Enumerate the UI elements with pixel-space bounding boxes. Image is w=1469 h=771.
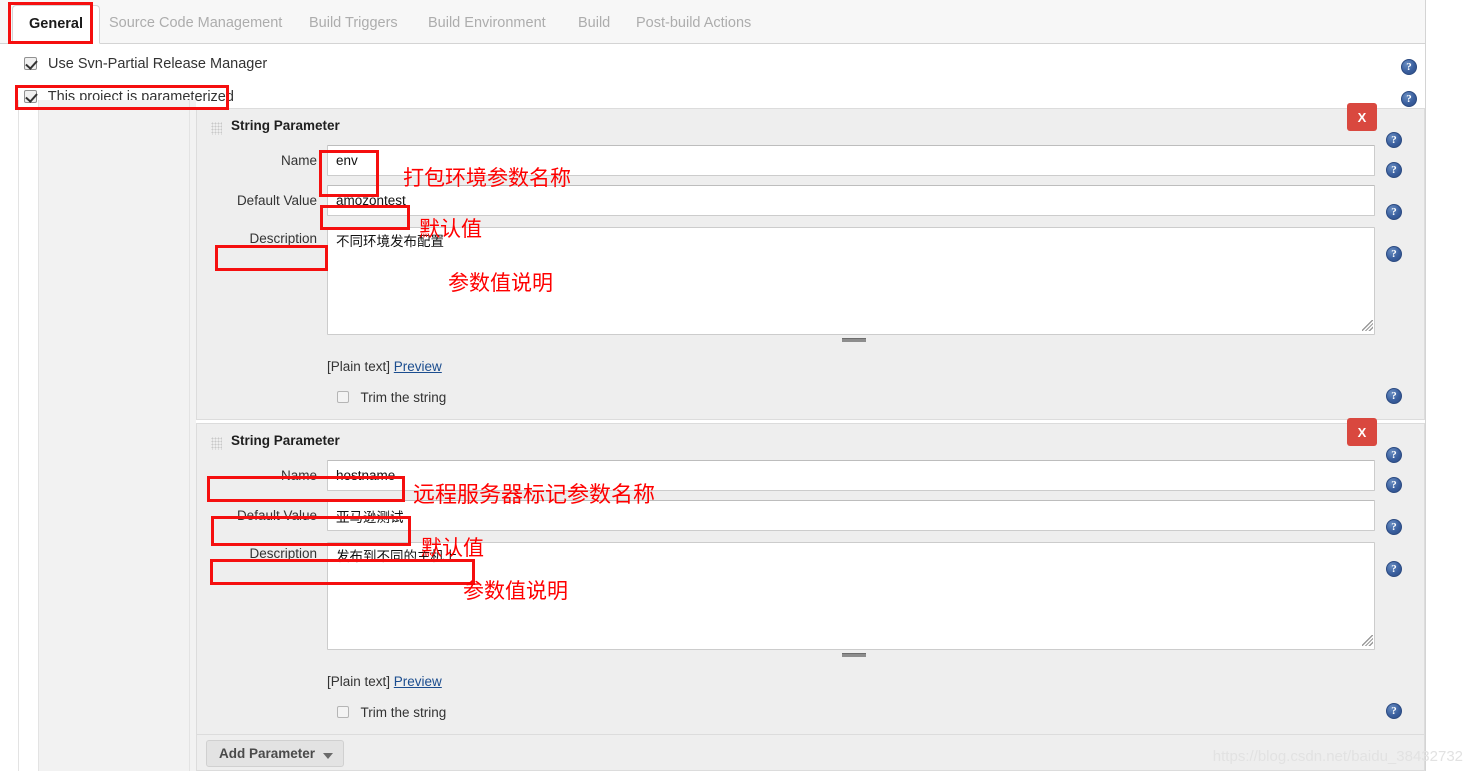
help-icon-trim-1[interactable]: ? (1386, 388, 1402, 404)
checkbox-label-svn: Use Svn-Partial Release Manager (48, 56, 268, 72)
plain-text-label-2: [Plain text] (327, 674, 391, 689)
trim-label-1: Trim the string (360, 390, 447, 405)
right-rail (1425, 0, 1469, 771)
string-parameter-block-2: String Parameter X Name Default Value De… (196, 418, 1425, 735)
default-value-label-1: Default Value (236, 193, 317, 208)
markup-format-row-1: [Plain text] Preview (327, 359, 442, 374)
string-parameter-title-2: String Parameter (231, 433, 340, 448)
tab-build-environment-label: Build Environment (428, 15, 546, 31)
config-content: Use Svn-Partial Release Manager This pro… (0, 44, 1425, 771)
help-icon-description-2[interactable]: ? (1386, 561, 1402, 577)
tab-post-build-actions[interactable]: Post-build Actions (620, 5, 767, 44)
delete-parameter-button-1[interactable]: X (1347, 103, 1377, 131)
plain-text-label-1: [Plain text] (327, 359, 391, 374)
tab-source-code-management[interactable]: Source Code Management (93, 5, 298, 44)
delete-parameter-button-2[interactable]: X (1347, 418, 1377, 446)
default-value-input-2[interactable] (327, 500, 1375, 531)
help-icon-name-2[interactable]: ? (1386, 477, 1402, 493)
chevron-down-icon (323, 753, 334, 759)
description-row-1: Description 不同环境发布配置 (197, 227, 1424, 352)
name-input-2[interactable] (327, 460, 1375, 491)
tab-general[interactable]: General (12, 5, 100, 44)
string-parameter-header-1: String Parameter X (197, 103, 1424, 145)
preview-link-2[interactable]: Preview (394, 674, 442, 689)
trim-label-2: Trim the string (360, 705, 447, 720)
watermark: https://blog.csdn.net/baidu_38432732 (1212, 748, 1463, 765)
help-icon-name-1[interactable]: ? (1386, 162, 1402, 178)
drag-handle-icon[interactable] (211, 437, 222, 450)
description-textarea-1[interactable]: 不同环境发布配置 (327, 227, 1375, 335)
name-label-2: Name (280, 468, 317, 483)
default-value-row-1: Default Value (197, 185, 1424, 227)
tab-general-label: General (29, 16, 83, 32)
string-parameter-block-1: String Parameter X Name Default Value De… (196, 103, 1425, 420)
markup-format-row-2: [Plain text] Preview (327, 674, 442, 689)
tab-build-environment[interactable]: Build Environment (412, 5, 562, 44)
name-row-2: Name (197, 460, 1424, 500)
name-input-1[interactable] (327, 145, 1375, 176)
help-icon-parameter-1[interactable]: ? (1386, 132, 1402, 148)
help-icon-parameterized[interactable]: ? (1401, 91, 1417, 107)
description-label-2: Description (249, 546, 317, 561)
help-icon-default-value-1[interactable]: ? (1386, 204, 1402, 220)
tab-source-code-management-label: Source Code Management (109, 15, 283, 31)
config-tab-bar: General Source Code Management Build Tri… (0, 0, 1425, 44)
drag-handle-icon[interactable] (211, 122, 222, 135)
tab-build-triggers-label: Build Triggers (309, 15, 398, 31)
trim-checkbox-2[interactable] (337, 706, 349, 718)
help-icon-svn[interactable]: ? (1401, 59, 1417, 75)
add-parameter-button[interactable]: Add Parameter (206, 740, 345, 767)
gutter-line-outer (18, 100, 19, 771)
parameters-left-pane (39, 100, 196, 771)
tab-build-triggers[interactable]: Build Triggers (293, 5, 414, 44)
trim-the-string-row-1[interactable]: Trim the string (337, 390, 446, 405)
default-value-row-2: Default Value (197, 500, 1424, 542)
checkbox-box-parameterized[interactable] (24, 90, 37, 103)
add-parameter-label: Add Parameter (219, 746, 316, 761)
default-value-input-1[interactable] (327, 185, 1375, 216)
checkbox-use-svn-partial-release-manager[interactable]: Use Svn-Partial Release Manager (24, 56, 267, 72)
help-icon-default-value-2[interactable]: ? (1386, 519, 1402, 535)
string-parameter-header-2: String Parameter X (197, 418, 1424, 460)
string-parameter-title-1: String Parameter (231, 118, 340, 133)
description-row-2: Description 发布到不同的主机上 (197, 542, 1424, 667)
description-label-1: Description (249, 231, 317, 246)
textarea-drag-bar-1[interactable] (842, 338, 866, 342)
tab-build[interactable]: Build (562, 5, 626, 44)
jenkins-job-config-page: General Source Code Management Build Tri… (0, 0, 1469, 771)
default-value-label-2: Default Value (236, 508, 317, 523)
preview-link-1[interactable]: Preview (394, 359, 442, 374)
parameters-divider (189, 100, 190, 771)
name-row-1: Name (197, 145, 1424, 185)
help-icon-trim-2[interactable]: ? (1386, 703, 1402, 719)
help-icon-parameter-2[interactable]: ? (1386, 447, 1402, 463)
trim-checkbox-1[interactable] (337, 391, 349, 403)
trim-the-string-row-2[interactable]: Trim the string (337, 705, 446, 720)
help-icon-description-1[interactable]: ? (1386, 246, 1402, 262)
description-textarea-2[interactable]: 发布到不同的主机上 (327, 542, 1375, 650)
tab-build-label: Build (578, 15, 611, 31)
name-label-1: Name (280, 153, 317, 168)
checkbox-box-svn[interactable] (24, 57, 37, 70)
tab-post-build-actions-label: Post-build Actions (636, 15, 752, 31)
textarea-drag-bar-2[interactable] (842, 653, 866, 657)
